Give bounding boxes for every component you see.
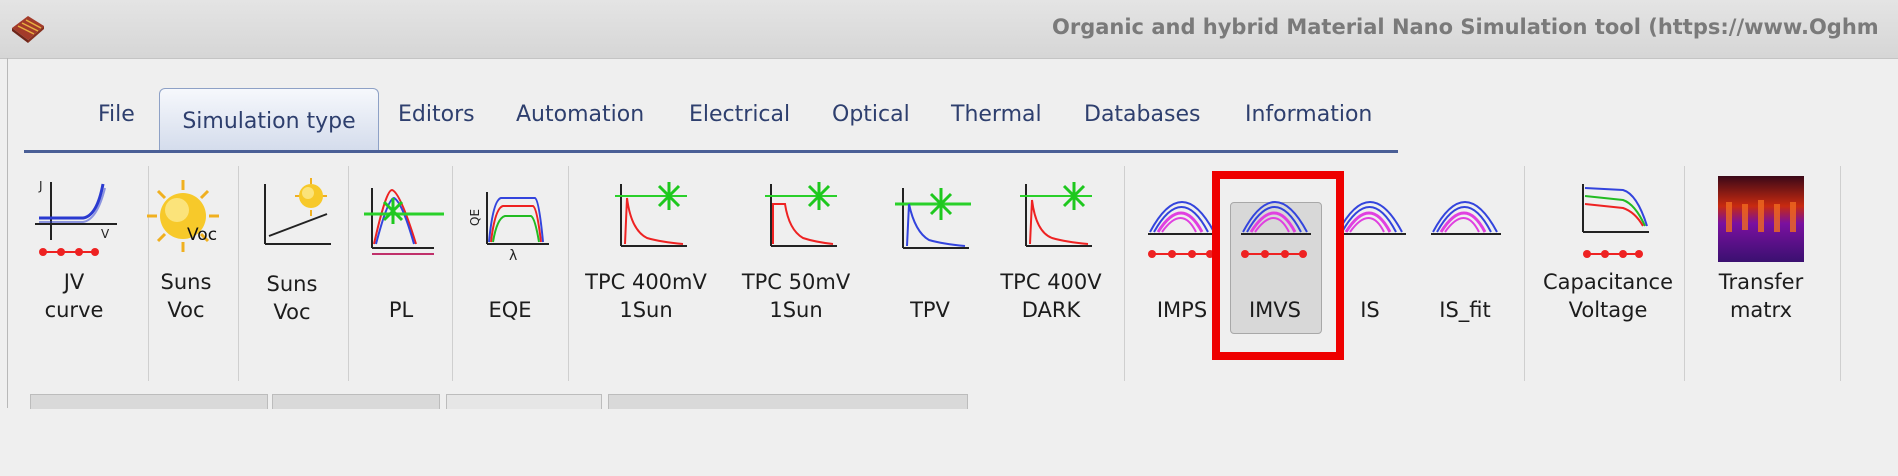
toolbar-separator [1840,166,1841,381]
toolbar-separator [348,166,349,381]
capacitance-voltage-button[interactable]: Capacitance Voltage [1534,174,1682,384]
tpc-icon [765,182,837,247]
toolbar-separator [452,166,453,381]
toolbar-separator [568,166,569,381]
capacitance-voltage-icon [1582,184,1649,258]
tab-databases[interactable]: Databases [1084,86,1200,144]
toolbar-separator [1124,166,1125,381]
sub-tab[interactable] [272,394,440,409]
tpc-400v-dark-button[interactable]: TPC 400V DARK [986,174,1116,384]
tpc-400v-dark-label: TPC 400V DARK [1000,270,1102,322]
is-fit-button[interactable]: IS_fit [1420,174,1510,384]
toolbar-separator [1684,166,1685,381]
tpc-400mv-label: TPC 400mV 1Sun [585,270,707,322]
jv-curve-button[interactable]: J V JV curve [24,174,124,384]
transfer-matrix-label: Transfer matrx [1718,270,1804,322]
is-fit-label: IS_fit [1439,298,1491,322]
pl-label: PL [388,298,414,322]
tab-editors[interactable]: Editors [398,86,475,144]
jv-axis-v-label: V [101,227,110,241]
eqe-axis-label: QE [468,209,482,226]
suns-voc-plot-label-wrap: Suns Voc [242,266,342,476]
jv-curve-icon: J V [35,179,117,256]
is-fit-icon [1431,201,1501,235]
transfer-matrix-icon [1718,176,1804,262]
eqe-icon: QE λ [468,192,549,264]
tab-automation[interactable]: Automation [516,86,644,144]
toolbar-separator [1524,166,1525,381]
suns-voc-button[interactable]: Voc Suns Voc [136,174,236,384]
sub-tab[interactable] [608,394,968,409]
simulation-toolbar: J V JV curve Voc Suns Voc Suns Voc PL QE… [24,162,1898,382]
tab-simulation-type[interactable]: Simulation type [159,88,379,151]
eqe-label: EQE [488,298,532,322]
sub-tab[interactable] [446,394,602,409]
suns-voc-plot-icon [264,178,331,245]
sub-tab[interactable] [30,394,268,409]
pl-icon [364,188,444,255]
tpv-label: TPV [910,298,950,322]
voc-text: Voc [187,225,217,245]
app-logo-icon [12,16,44,43]
title-bar[interactable]: Organic and hybrid Material Nano Simulat… [0,0,1898,59]
tab-thermal[interactable]: Thermal [951,86,1042,144]
pl-button[interactable]: PL [354,174,448,384]
tpc-50mv-label: TPC 50mV 1Sun [741,270,851,322]
imps-icon [1148,201,1218,258]
toolbar-separator [238,166,239,381]
highlight-box [1212,171,1344,360]
tpc-icon [615,182,687,247]
transfer-matrix-button[interactable]: Transfer matrx [1696,174,1826,384]
tab-underline [24,150,1398,153]
tpc-50mv-button[interactable]: TPC 50mV 1Sun [728,174,864,384]
eqe-lambda-label: λ [509,248,517,264]
suns-voc-plot-label: Suns Voc [266,272,318,324]
tpv-button[interactable]: TPV [880,174,980,384]
eqe-button[interactable]: QE λ EQE [460,174,560,384]
jv-curve-label: JV curve [44,270,104,322]
window-title: Organic and hybrid Material Nano Simulat… [1052,15,1879,39]
sun-voc-icon: Voc [147,180,219,252]
tab-information[interactable]: Information [1245,86,1372,144]
tab-file[interactable]: File [98,86,135,144]
tpc-400mv-button[interactable]: TPC 400mV 1Sun [578,174,714,384]
tab-optical[interactable]: Optical [832,86,910,144]
tpc-icon [1020,182,1092,247]
jv-axis-j-label: J [38,179,43,193]
tpv-icon [895,188,971,249]
capacitance-voltage-label: Capacitance Voltage [1543,270,1673,322]
tab-electrical[interactable]: Electrical [689,86,790,144]
suns-voc-label: Suns Voc [160,270,212,322]
